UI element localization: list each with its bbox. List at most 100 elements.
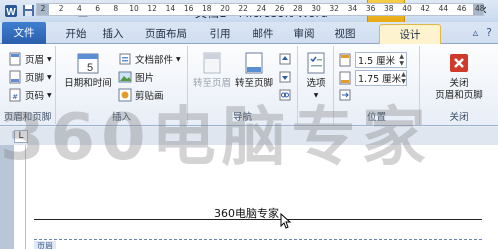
chevron-down-icon: ▼ bbox=[176, 55, 181, 63]
tab-insert[interactable]: 插入 bbox=[99, 24, 127, 44]
ruler-tick-label: 16 bbox=[183, 4, 194, 13]
ruler-tick-label: 46 bbox=[456, 4, 467, 13]
group-position: 1.5 厘米 ▲ ▼ 1.75 厘米 ▲ ▼ 位置 bbox=[334, 46, 420, 124]
document-page[interactable]: 360电脑专家 页眉 bbox=[26, 145, 498, 249]
options-checklist-icon bbox=[307, 52, 325, 74]
tab-selector[interactable]: L bbox=[14, 130, 28, 143]
goto-footer-button[interactable]: 转至页脚 bbox=[234, 50, 274, 90]
ruler-tick-label: 14 bbox=[165, 4, 176, 13]
chevron-down-icon: ▼ bbox=[47, 55, 52, 63]
tab-file[interactable]: 文件 bbox=[2, 22, 46, 44]
ribbon-body: 页眉 ▼ 页脚 ▼ # 页码 ▼ 页眉和页脚 5 日期和时间 文档部件 ▼ 图片 bbox=[0, 44, 498, 126]
ruler-tick-label: 40 bbox=[402, 4, 412, 13]
footer-label: 页脚 bbox=[25, 73, 45, 84]
alignment-tab-icon bbox=[338, 88, 352, 102]
header-position-field[interactable]: 1.5 厘米 ▲ ▼ bbox=[338, 52, 407, 68]
header-button[interactable]: 页眉 ▼ bbox=[8, 52, 52, 66]
header-top-position-icon bbox=[338, 53, 352, 67]
link-previous-button[interactable] bbox=[278, 88, 292, 102]
ruler-tick-label: 20 bbox=[220, 4, 230, 13]
help-icon[interactable]: ? bbox=[486, 26, 492, 39]
word-icon[interactable]: W bbox=[3, 3, 18, 18]
group-label-position: 位置 bbox=[366, 112, 386, 123]
svg-text:5: 5 bbox=[87, 62, 93, 74]
ruler-area bbox=[0, 127, 498, 145]
ruler-tick-label: 12 bbox=[147, 4, 157, 13]
save-icon[interactable] bbox=[21, 3, 36, 18]
group-insert: 5 日期和时间 文档部件 ▼ 图片 剪贴画 插入 bbox=[56, 46, 188, 124]
page-number-label: 页码 bbox=[25, 91, 45, 102]
tab-home[interactable]: 开始 bbox=[62, 24, 90, 44]
header-position-spinner[interactable]: 1.5 厘米 ▲ ▼ bbox=[355, 52, 407, 68]
footer-position-spinner[interactable]: 1.75 厘米 ▲ ▼ bbox=[355, 70, 407, 86]
doc-parts-icon bbox=[118, 52, 132, 66]
header-position-value: 1.5 厘米 bbox=[358, 56, 396, 67]
tab-page-layout[interactable]: 页面布局 bbox=[140, 24, 192, 44]
ruler-tick-label: 28 bbox=[293, 4, 303, 13]
picture-button[interactable]: 图片 bbox=[118, 70, 154, 84]
options-button[interactable]: 选项 ▼ bbox=[300, 50, 332, 102]
ruler-tick-label: 26 bbox=[274, 4, 285, 13]
previous-section-icon bbox=[278, 52, 292, 66]
close-header-footer-label: 关闭 页眉和页脚 bbox=[435, 78, 483, 101]
goto-header-icon bbox=[203, 52, 221, 74]
calendar-icon: 5 bbox=[77, 53, 99, 74]
footer-bottom-position-icon bbox=[338, 71, 352, 85]
footer-button[interactable]: 页脚 ▼ bbox=[8, 70, 52, 84]
ruler-tick-label: 38 bbox=[384, 4, 394, 13]
spinner-arrows-icon[interactable]: ▲ ▼ bbox=[401, 71, 406, 85]
svg-text:W: W bbox=[6, 7, 16, 18]
group-label-header-footer: 页眉和页脚 bbox=[3, 112, 52, 123]
spinner-arrows-icon[interactable]: ▲ ▼ bbox=[399, 53, 404, 67]
ribbon-right-controls: ▵ ? bbox=[473, 26, 492, 39]
prev-section-button[interactable] bbox=[278, 52, 292, 66]
ruler-tick-label: 4 bbox=[77, 4, 82, 13]
tab-references[interactable]: 引用 bbox=[206, 24, 234, 44]
footer-icon bbox=[8, 70, 22, 84]
tab-review[interactable]: 审阅 bbox=[290, 24, 318, 44]
datetime-button[interactable]: 5 日期和时间 bbox=[62, 50, 114, 90]
ribbon-minimize-icon[interactable]: ▵ bbox=[473, 26, 479, 39]
goto-footer-icon bbox=[245, 52, 263, 74]
clipart-label: 剪贴画 bbox=[135, 91, 164, 102]
header-label: 页眉 bbox=[25, 55, 45, 66]
chevron-down-icon: ▼ bbox=[47, 73, 52, 81]
header-region-tag: 页眉 bbox=[34, 241, 56, 249]
next-section-icon bbox=[278, 70, 292, 84]
vertical-ruler[interactable] bbox=[14, 145, 26, 249]
clipart-icon bbox=[118, 88, 132, 102]
mouse-cursor-icon bbox=[280, 212, 292, 232]
group-label-navigation: 导航 bbox=[232, 112, 252, 123]
close-red-x-icon bbox=[450, 54, 468, 72]
header-boundary-dashed-line bbox=[34, 239, 482, 240]
ruler-tick-label: 2 bbox=[58, 4, 64, 13]
page-number-button[interactable]: # 页码 ▼ bbox=[8, 88, 52, 102]
clipart-button[interactable]: 剪贴画 bbox=[118, 88, 164, 102]
picture-icon bbox=[118, 70, 132, 84]
ribbon-tabs: 文件 开始 插入 页面布局 引用 邮件 审阅 视图 设计 ▵ ? bbox=[0, 22, 498, 44]
close-header-footer-button[interactable]: 关闭 页眉和页脚 bbox=[424, 50, 494, 102]
group-options: 选项 ▼ bbox=[298, 46, 334, 124]
next-section-button[interactable] bbox=[278, 70, 292, 84]
ruler-tick-label: 34 bbox=[347, 4, 358, 13]
chevron-down-icon: ▼ bbox=[47, 91, 52, 99]
link-icon bbox=[278, 88, 292, 102]
ruler-tick-label: 8 bbox=[113, 4, 119, 13]
group-label-insert: 插入 bbox=[111, 112, 131, 123]
group-header-footer: 页眉 ▼ 页脚 ▼ # 页码 ▼ 页眉和页脚 bbox=[0, 46, 56, 124]
tab-design[interactable]: 设计 bbox=[379, 24, 441, 44]
tab-view[interactable]: 视图 bbox=[331, 24, 359, 44]
header-underline bbox=[34, 219, 482, 220]
tab-mailings[interactable]: 邮件 bbox=[249, 24, 277, 44]
datetime-label: 日期和时间 bbox=[64, 78, 112, 89]
goto-header-button[interactable]: 转至页眉 bbox=[192, 50, 232, 90]
goto-header-label: 转至页眉 bbox=[192, 78, 231, 89]
group-label-close: 关闭 bbox=[449, 112, 469, 123]
doc-parts-button[interactable]: 文档部件 ▼ bbox=[118, 52, 181, 66]
horizontal-ruler[interactable]: 2 2 4 6 8 10 12 14 16 18 20 22 24 26 28 30 32 34 36 38 40 42 4… bbox=[36, 3, 485, 16]
insert-alignment-tab-button[interactable] bbox=[338, 88, 352, 102]
svg-text:#: # bbox=[12, 93, 18, 101]
footer-position-field[interactable]: 1.75 厘米 ▲ ▼ bbox=[338, 70, 407, 86]
footer-position-value: 1.75 厘米 bbox=[358, 74, 402, 85]
chevron-down-icon: ▼ bbox=[313, 92, 319, 99]
